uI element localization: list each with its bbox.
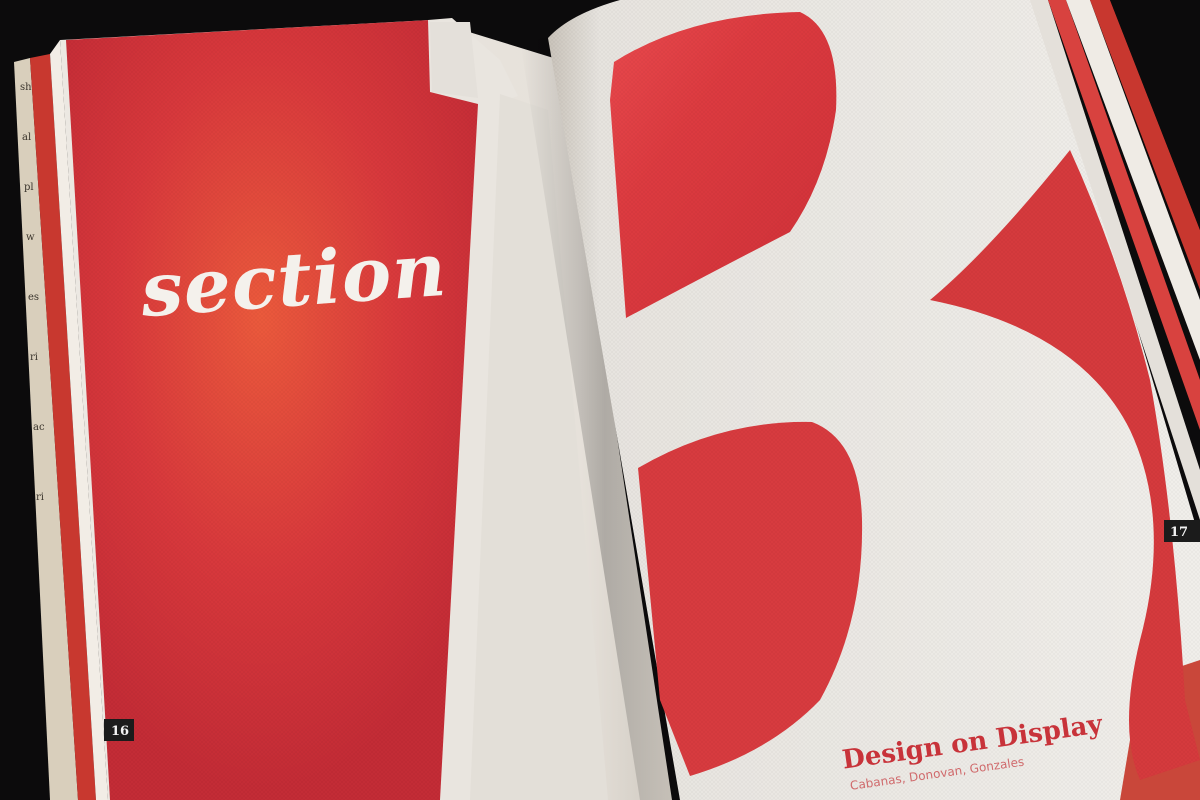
right-page-number-tag: 17: [1164, 520, 1200, 542]
edge-text-fragment: al: [22, 132, 31, 143]
book-photo: sh al pl w es ri ac ri section 16 17 Des…: [0, 0, 1200, 800]
left-page-number: 16: [111, 724, 129, 739]
edge-text-fragment: ri: [30, 352, 38, 363]
right-page-number: 17: [1170, 525, 1188, 540]
edge-text-fragment: pl: [24, 182, 34, 193]
edge-text-fragment: es: [28, 292, 39, 303]
edge-text-fragment: ri: [36, 492, 44, 503]
left-page-number-tag: 16: [104, 719, 134, 741]
edge-text-fragment: w: [26, 232, 35, 243]
edge-text-fragment: ac: [33, 422, 45, 433]
edge-text-fragment: sh: [20, 82, 32, 93]
